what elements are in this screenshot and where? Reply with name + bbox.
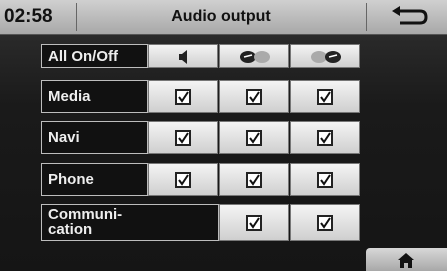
speaker-all-button[interactable] [148,44,218,68]
phone-channel-2-checkbox[interactable] [219,163,289,196]
checkbox-checked-icon [317,129,333,146]
row-label-media: Media [41,80,148,113]
checkbox-checked-icon [175,129,191,146]
page-title: Audio output [171,8,271,25]
rear-speakers-all-button[interactable] [290,44,360,68]
all-on-off-button[interactable]: All On/Off [41,44,148,68]
checkbox-checked-icon [317,171,333,188]
checkbox-checked-icon [317,214,333,231]
checkbox-checked-icon [175,88,191,105]
rear-speakers-icon [311,51,341,63]
communication-channel-3-checkbox[interactable] [290,204,360,241]
row-label-text: Communi- cation [48,206,123,238]
navi-channel-2-checkbox[interactable] [219,121,289,154]
media-channel-2-checkbox[interactable] [219,80,289,113]
media-channel-3-checkbox[interactable] [290,80,360,113]
checkbox-checked-icon [246,88,262,105]
back-arrow-icon [392,6,428,25]
navi-channel-3-checkbox[interactable] [290,121,360,154]
navi-channel-1-checkbox[interactable] [148,121,218,154]
row-label-navi: Navi [41,121,148,154]
checkbox-checked-icon [175,171,191,188]
checkbox-checked-icon [246,129,262,146]
front-speakers-all-button[interactable] [219,44,289,68]
back-button[interactable] [368,2,446,32]
media-channel-1-checkbox[interactable] [148,80,218,113]
header-bar: 02:58 Audio output [0,0,447,35]
speaker-icon [179,50,187,64]
checkbox-checked-icon [246,171,262,188]
row-label-phone: Phone [41,163,148,196]
header-divider [366,3,367,31]
all-on-off-label: All On/Off [48,48,118,65]
checkbox-checked-icon [246,214,262,231]
checkbox-checked-icon [317,88,333,105]
phone-channel-3-checkbox[interactable] [290,163,360,196]
row-label-text: Navi [48,129,80,146]
communication-channel-2-checkbox[interactable] [219,204,289,241]
row-label-text: Media [48,88,91,105]
home-icon [398,253,414,268]
home-button[interactable] [366,248,447,271]
clock: 02:58 [4,6,53,27]
front-speakers-icon [240,51,270,63]
row-label-text: Phone [48,171,94,188]
phone-channel-1-checkbox[interactable] [148,163,218,196]
row-label-communication: Communi- cation [41,204,219,241]
